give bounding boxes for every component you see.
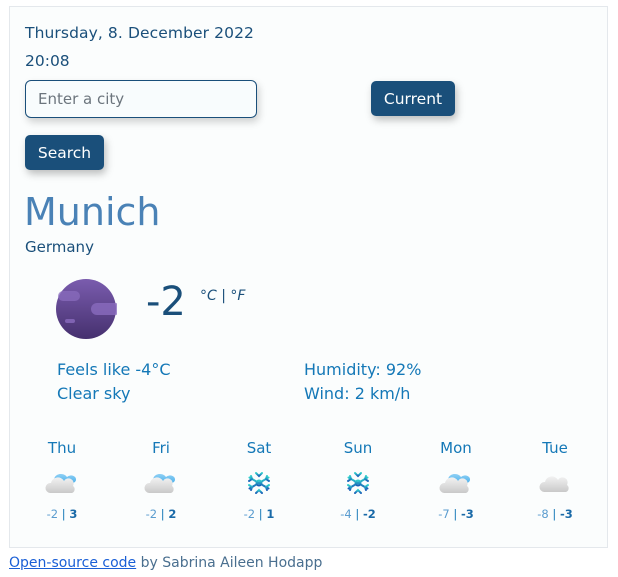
- city-search-input[interactable]: [25, 80, 257, 118]
- footer: Open-source code by Sabrina Aileen Hodap…: [9, 555, 322, 571]
- wind-speed: Wind: 2 km/h: [304, 384, 411, 403]
- forecast-min: -2: [243, 507, 256, 521]
- forecast-sep: |: [453, 507, 458, 521]
- clear-night-icon: [56, 279, 117, 339]
- forecast-day-name: Sun: [343, 439, 373, 457]
- forecast-day: Thu -2 | 3: [22, 437, 102, 521]
- fahrenheit-link[interactable]: °F: [230, 288, 245, 304]
- forecast-day-name: Fri: [152, 439, 170, 457]
- footer-credit: by Sabrina Aileen Hodapp: [136, 555, 323, 571]
- humidity: Humidity: 92%: [304, 360, 422, 379]
- forecast-sep: |: [552, 507, 557, 521]
- current-date: Thursday, 8. December 2022: [25, 24, 254, 42]
- forecast: Thu -2 | 3 Fri -2 | 2 Sat -2 | 1 Sun -4 …: [10, 437, 609, 537]
- current-location-button[interactable]: Current: [371, 81, 455, 116]
- source-code-link[interactable]: Open-source code: [9, 555, 136, 571]
- snow-icon: [241, 469, 277, 497]
- forecast-day: Fri -2 | 2: [121, 437, 201, 521]
- search-button[interactable]: Search: [25, 135, 104, 170]
- forecast-day-name: Mon: [440, 439, 472, 457]
- cloudy-icon: [438, 469, 474, 497]
- forecast-day-name: Thu: [47, 439, 77, 457]
- forecast-temps: -2 | 3: [22, 507, 102, 521]
- forecast-max: -3: [559, 507, 573, 521]
- forecast-day: Tue -8 | -3: [515, 437, 595, 521]
- forecast-day: Mon -7 | -3: [416, 437, 496, 521]
- forecast-temps: -2 | 1: [219, 507, 299, 521]
- forecast-day: Sat -2 | 1: [219, 437, 299, 521]
- forecast-temps: -2 | 2: [121, 507, 201, 521]
- forecast-min: -2: [145, 507, 158, 521]
- city-name: Munich: [24, 190, 161, 234]
- country-name: Germany: [25, 238, 94, 256]
- forecast-min: -7: [438, 507, 450, 521]
- forecast-temps: -7 | -3: [416, 507, 496, 521]
- forecast-day-name: Tue: [542, 439, 568, 457]
- forecast-max: 3: [69, 507, 78, 521]
- celsius-link[interactable]: °C: [200, 288, 217, 304]
- forecast-sep: |: [61, 507, 66, 521]
- forecast-sep: |: [355, 507, 360, 521]
- cloudy-icon: [44, 469, 80, 497]
- unit-toggle: °C | °F: [200, 288, 245, 304]
- current-time: 20:08: [25, 52, 70, 70]
- snow-icon: [340, 469, 376, 497]
- forecast-max: 2: [168, 507, 177, 521]
- forecast-min: -4: [340, 507, 352, 521]
- forecast-max: 1: [266, 507, 275, 521]
- forecast-sep: |: [258, 507, 263, 521]
- forecast-day-name: Sat: [246, 439, 272, 457]
- forecast-min: -2: [46, 507, 59, 521]
- weather-card: Thursday, 8. December 2022 20:08 Current…: [9, 6, 608, 548]
- forecast-temps: -4 | -2: [318, 507, 398, 521]
- cloudy-icon: [143, 469, 179, 497]
- overcast-icon: [537, 469, 573, 497]
- forecast-day: Sun -4 | -2: [318, 437, 398, 521]
- weather-description: Clear sky: [57, 384, 131, 403]
- feels-like: Feels like -4°C: [57, 360, 171, 379]
- current-temperature: -2: [146, 279, 186, 325]
- forecast-temps: -8 | -3: [515, 507, 595, 521]
- forecast-sep: |: [160, 507, 165, 521]
- unit-separator: |: [221, 288, 226, 304]
- forecast-min: -8: [537, 507, 549, 521]
- forecast-max: -3: [460, 507, 474, 521]
- forecast-max: -2: [362, 507, 376, 521]
